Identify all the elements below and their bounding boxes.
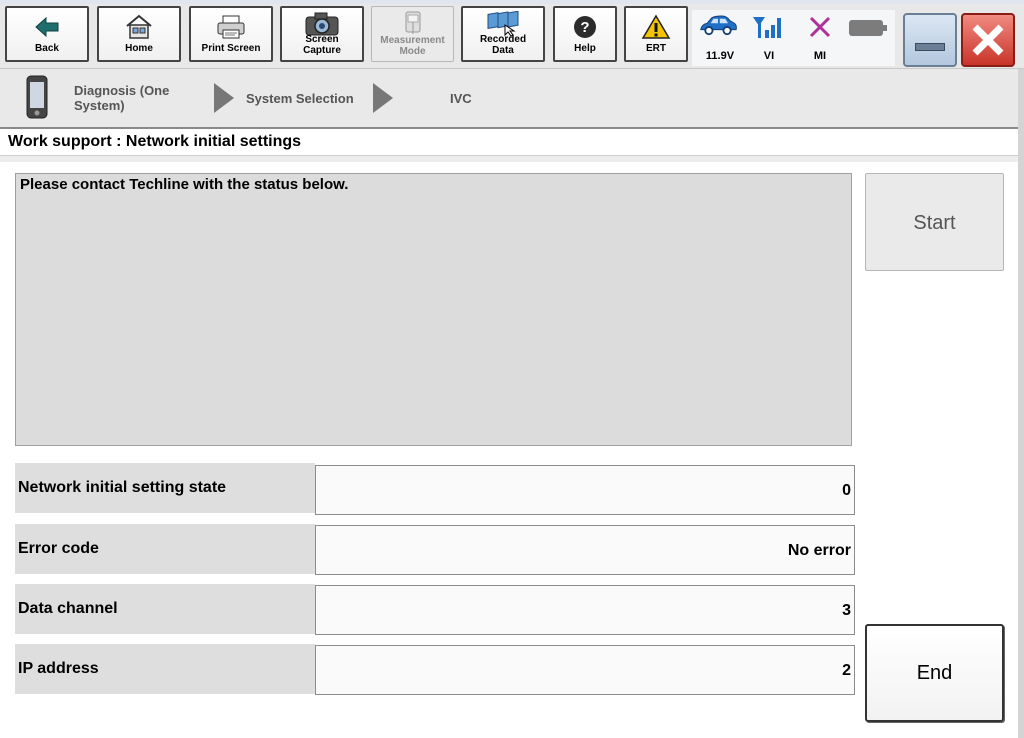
breadcrumb-ivc: IVC <box>450 91 472 106</box>
help-icon: ? <box>555 14 615 40</box>
breadcrumb: Diagnosis (One System) System Selection … <box>0 69 1024 129</box>
device-icon <box>26 75 48 124</box>
minimize-button[interactable] <box>903 13 957 67</box>
back-label: Back <box>35 43 59 54</box>
ert-button[interactable]: ERT <box>624 6 688 62</box>
divider <box>0 156 1018 162</box>
minimize-icon <box>915 43 945 51</box>
home-icon <box>99 14 179 40</box>
message-text: Please contact Techline with the status … <box>20 176 349 193</box>
close-icon <box>972 24 1004 56</box>
mi-disconnected-icon <box>800 14 840 40</box>
breadcrumb-system-selection[interactable]: System Selection <box>246 91 354 106</box>
recorded-data-button[interactable]: Recorded Data <box>461 6 545 62</box>
window-edge <box>1018 69 1024 738</box>
field-label-data-channel: Data channel <box>15 584 315 634</box>
ert-label: ERT <box>646 43 666 54</box>
print-screen-label: Print Screen <box>201 43 261 54</box>
field-value-text: 2 <box>842 662 851 679</box>
close-button[interactable] <box>961 13 1015 67</box>
field-value-data-channel: 3 <box>315 585 855 635</box>
vi-label: VI <box>763 50 775 62</box>
field-value-network-state: 0 <box>315 465 855 515</box>
printer-icon <box>191 14 271 40</box>
end-label: End <box>916 662 953 684</box>
field-value-text: No error <box>787 542 851 559</box>
screen-capture-label: Screen Capture <box>303 34 341 56</box>
measurement-mode-label: Measurement Mode <box>380 35 445 57</box>
page-title-bar: Work support : Network initial settings <box>0 129 1018 156</box>
breadcrumb-arrow-icon <box>373 83 393 113</box>
svg-text:?: ? <box>580 19 589 36</box>
page-title: Work support : Network initial settings <box>8 133 302 150</box>
field-label-error-code: Error code <box>15 524 315 574</box>
back-arrow-icon <box>7 14 87 40</box>
screen-capture-button[interactable]: Screen Capture <box>280 6 364 62</box>
field-label-network-state: Network initial setting state <box>15 463 315 513</box>
warning-icon <box>626 14 686 40</box>
home-button[interactable]: Home <box>97 6 181 62</box>
vi-signal-icon <box>749 14 789 40</box>
field-value-text: 0 <box>842 482 851 499</box>
field-value-error-code: No error <box>315 525 855 575</box>
measurement-icon <box>372 10 453 36</box>
home-label: Home <box>125 43 153 54</box>
field-label-text: Error code <box>18 540 99 557</box>
print-screen-button[interactable]: Print Screen <box>189 6 273 62</box>
end-button[interactable]: End <box>865 624 1004 722</box>
field-label-text: IP address <box>18 660 99 677</box>
back-button[interactable]: Back <box>5 6 89 62</box>
toolbar: Back Home Print Screen Screen Capture Me… <box>0 4 1024 69</box>
start-label: Start <box>913 212 956 234</box>
help-button[interactable]: ? Help <box>553 6 617 62</box>
start-button[interactable]: Start <box>865 173 1004 271</box>
help-label: Help <box>574 43 596 54</box>
breadcrumb-diagnosis[interactable]: Diagnosis (One System) <box>74 83 184 113</box>
status-panel: 11.9V VI MI <box>692 10 895 66</box>
breadcrumb-arrow-icon <box>214 83 234 113</box>
battery-icon <box>848 18 888 38</box>
recorded-data-label: Recorded Data <box>479 34 527 56</box>
field-label-text: Network initial setting state <box>18 479 227 496</box>
field-value-ip-address: 2 <box>315 645 855 695</box>
battery-voltage: 11.9V <box>705 50 735 62</box>
field-label-ip-address: IP address <box>15 644 315 694</box>
field-value-text: 3 <box>842 602 851 619</box>
car-icon <box>698 14 738 38</box>
measurement-mode-button[interactable]: Measurement Mode <box>371 6 454 62</box>
message-box: Please contact Techline with the status … <box>15 173 852 446</box>
field-label-text: Data channel <box>18 600 118 617</box>
mi-label: MI <box>813 50 827 62</box>
